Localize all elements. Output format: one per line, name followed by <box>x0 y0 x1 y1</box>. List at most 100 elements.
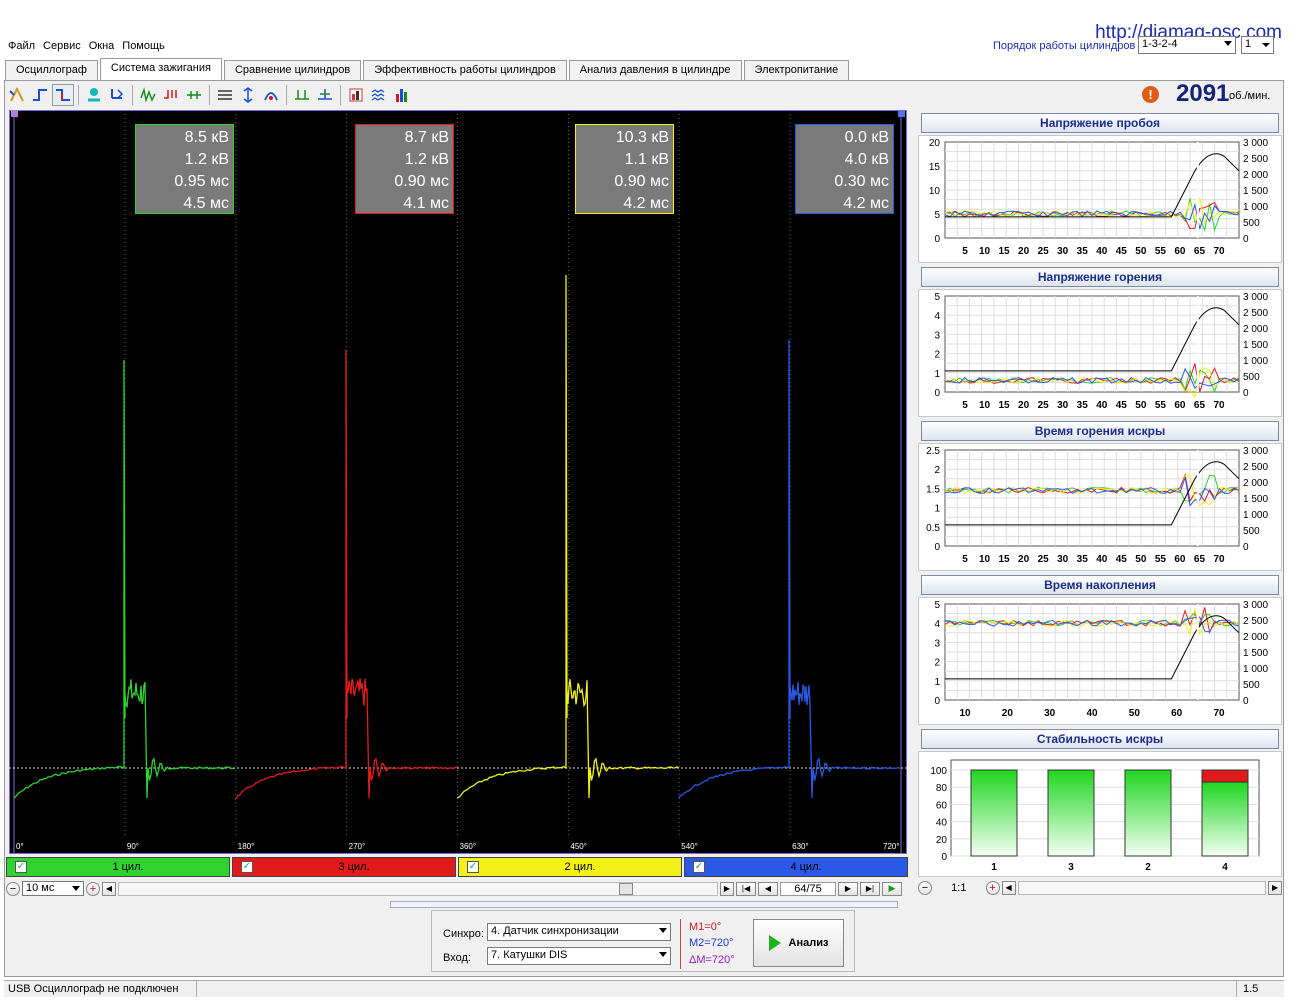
tab-cylinder-comparison[interactable]: Сравнение цилиндров <box>223 60 362 80</box>
lines-icon[interactable] <box>214 84 236 106</box>
tab-pressure-analysis[interactable]: Анализ давления в цилиндре <box>568 60 742 80</box>
menu-help[interactable]: Помощь <box>118 40 169 52</box>
rising-edge-icon[interactable] <box>29 84 51 106</box>
cylinder-number-spinner[interactable]: 1 <box>1241 36 1274 54</box>
marker-icon[interactable] <box>314 84 336 106</box>
waveform-cyl-1 <box>13 359 236 799</box>
svg-text:1: 1 <box>934 369 940 380</box>
tab-ignition-system[interactable]: Система зажигания <box>99 58 222 80</box>
svg-text:30: 30 <box>1044 708 1056 719</box>
panel-title[interactable]: Напряжение пробоя <box>921 113 1279 133</box>
tab-oscilloscope[interactable]: Осциллограф <box>5 60 98 80</box>
panel-scroll-right-icon[interactable]: ▶ <box>1268 880 1283 895</box>
svg-text:5: 5 <box>962 554 968 565</box>
marker-1-handle <box>11 110 18 117</box>
play-icon[interactable]: ▶ <box>882 881 902 896</box>
stability-category-label: 3 <box>1068 862 1074 873</box>
svg-text:1 500: 1 500 <box>1243 186 1268 197</box>
checkbox-icon[interactable]: ✓ <box>241 861 253 873</box>
panel-zoom-in-icon[interactable]: + <box>985 880 1000 895</box>
angle-tick-label: 180° <box>238 842 255 851</box>
svg-text:1 500: 1 500 <box>1243 648 1268 659</box>
report-icon[interactable] <box>345 84 367 106</box>
svg-text:35: 35 <box>1077 400 1089 411</box>
cyl-toggle-3[interactable]: ✓ 3 цил. <box>232 857 456 877</box>
stability-bar <box>970 769 1018 857</box>
cyl-toggle-1[interactable]: ✓ 1 цил. <box>6 857 230 877</box>
splitter-handle[interactable] <box>390 901 898 908</box>
firing-order-label: Порядок работы цилиндров <box>993 40 1136 52</box>
panel-scroll-left-icon[interactable]: ◀ <box>1001 880 1016 895</box>
prev-frame-icon[interactable]: ◀ <box>758 881 778 896</box>
cyl-raster-icon[interactable] <box>183 84 205 106</box>
svg-text:2: 2 <box>934 350 940 361</box>
panel-zoom-out-icon[interactable]: − <box>918 880 932 895</box>
panel-scrollbar[interactable] <box>1017 880 1267 895</box>
first-frame-icon[interactable]: |◀ <box>736 881 756 896</box>
cyl-parade-icon[interactable] <box>160 84 182 106</box>
spectrum-icon[interactable] <box>368 84 390 106</box>
analyze-button[interactable]: Анализ <box>753 919 844 967</box>
tab-cylinder-efficiency[interactable]: Эффективность работы цилиндров <box>363 60 567 80</box>
checkbox-icon[interactable]: ✓ <box>467 861 479 873</box>
timebase-select[interactable]: 10 мс <box>22 881 84 896</box>
firing-order-select[interactable]: 1-3-2-4 <box>1138 36 1236 54</box>
tab-power-supply[interactable]: Электропитание <box>743 60 850 80</box>
svg-text:0: 0 <box>941 852 947 863</box>
checkbox-icon[interactable]: ✓ <box>693 861 705 873</box>
angle-tick-label: 450° <box>570 842 587 851</box>
scroll-right-icon[interactable]: ▶ <box>720 881 734 896</box>
angle-tick-label: 90° <box>127 842 139 851</box>
checkbox-icon[interactable]: ✓ <box>15 861 27 873</box>
cyl-toggle-2[interactable]: ✓ 2 цил. <box>458 857 682 877</box>
cyl-overlay-icon[interactable] <box>137 84 159 106</box>
sync-select[interactable]: 4. Датчик синхронизации <box>487 923 671 941</box>
scrollbar-thumb[interactable] <box>619 882 633 895</box>
zoom-out-icon[interactable]: − <box>6 881 20 896</box>
svg-text:1 000: 1 000 <box>1243 510 1268 521</box>
svg-text:500: 500 <box>1243 526 1260 537</box>
panel-title[interactable]: Напряжение горения <box>921 267 1279 287</box>
rpm-value: 2091 <box>1176 80 1230 107</box>
menu-file[interactable]: Файл <box>4 40 39 52</box>
svg-text:1 500: 1 500 <box>1243 494 1268 505</box>
menu-windows[interactable]: Окна <box>85 40 119 52</box>
cyl-measure-ms: 0.90 мс <box>394 173 449 190</box>
svg-text:15: 15 <box>999 400 1011 411</box>
zoom-in-icon[interactable]: + <box>86 881 100 896</box>
svg-text:50: 50 <box>1129 708 1141 719</box>
next-frame-icon[interactable]: ▶ <box>838 881 858 896</box>
input-select[interactable]: 7. Катушки DIS <box>487 947 671 965</box>
waveform-cyl-3 <box>456 274 680 799</box>
panel-title[interactable]: Стабильность искры <box>921 729 1279 749</box>
arc-icon[interactable] <box>260 84 282 106</box>
menu-service[interactable]: Сервис <box>39 40 85 52</box>
svg-text:2: 2 <box>934 658 940 669</box>
counter-icon[interactable] <box>106 84 128 106</box>
bar-chart-icon[interactable] <box>391 84 413 106</box>
last-frame-icon[interactable]: ▶| <box>860 881 880 896</box>
svg-text:3 000: 3 000 <box>1243 138 1268 149</box>
probe-icon[interactable] <box>83 84 105 106</box>
falling-edge-icon[interactable] <box>52 84 74 106</box>
svg-text:2 500: 2 500 <box>1243 462 1268 473</box>
svg-text:60: 60 <box>1174 400 1186 411</box>
panel-title[interactable]: Время накопления <box>921 575 1279 595</box>
cyl-toggle-4[interactable]: ✓ 4 цил. <box>684 857 908 877</box>
svg-text:20: 20 <box>1018 400 1030 411</box>
zoom-vertical-icon[interactable] <box>237 84 259 106</box>
scroll-left-icon[interactable]: ◀ <box>102 881 116 896</box>
measure-icon[interactable] <box>291 84 313 106</box>
frame-counter: 64/75 <box>780 881 836 896</box>
time-scrollbar[interactable] <box>118 881 718 896</box>
svg-text:60: 60 <box>936 800 948 811</box>
panel-title[interactable]: Время горения искры <box>921 421 1279 441</box>
trend-chart: 5432103 000 2 500 2 000 1 500 1 000 500 0 5 10 15… <box>918 289 1282 417</box>
oscilloscope-display[interactable]: 0° 90° 180° 270° 360° 450° 540° 630° 720° 8.5 кВ… <box>9 110 907 854</box>
cursor-tool-icon[interactable] <box>6 84 28 106</box>
svg-text:50: 50 <box>1135 246 1147 257</box>
svg-text:60: 60 <box>1174 246 1186 257</box>
svg-text:10: 10 <box>959 708 971 719</box>
svg-text:70: 70 <box>1213 708 1225 719</box>
warning-icon: ! <box>1142 86 1159 103</box>
